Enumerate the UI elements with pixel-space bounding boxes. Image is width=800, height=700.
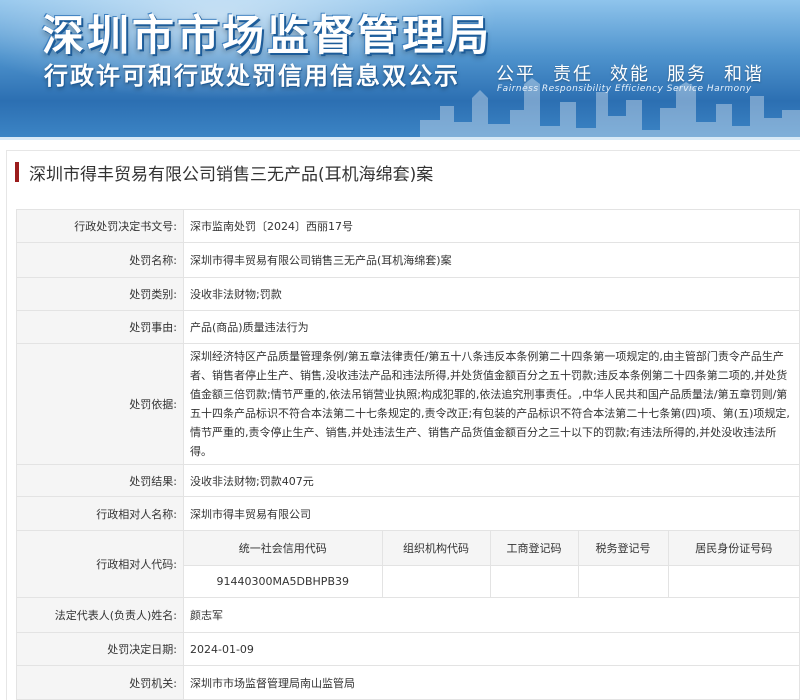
value-penalty-name: 深圳市得丰贸易有限公司销售三无产品(耳机海绵套)案 xyxy=(183,242,800,278)
motto-item: 服务 xyxy=(667,64,707,85)
row-reason: 处罚事由: 产品(商品)质量违法行为 xyxy=(16,310,800,344)
row-party-name: 行政相对人名称: 深圳市得丰贸易有限公司 xyxy=(16,496,800,531)
case-title-text: 深圳市得丰贸易有限公司销售三无产品(耳机海绵套)案 xyxy=(29,164,434,185)
label-doc-no: 行政处罚决定书文号: xyxy=(16,209,184,243)
motto-english: Fairness Responsibility Efficiency Servi… xyxy=(497,84,752,94)
motto-item: 责任 xyxy=(553,64,593,85)
row-legal-rep: 法定代表人(负责人)姓名: 颜志军 xyxy=(16,597,800,633)
row-doc-no: 行政处罚决定书文号: 深市监南处罚〔2024〕西丽17号 xyxy=(16,209,800,243)
value-category: 没收非法财物;罚款 xyxy=(183,277,800,311)
value-decision-date: 2024-01-09 xyxy=(183,632,800,666)
value-doc-no: 深市监南处罚〔2024〕西丽17号 xyxy=(183,209,800,243)
header-banner: 深圳市市场监督管理局 行政许可和行政处罚信用信息双公示 公平 责任 效能 服务 … xyxy=(0,0,800,140)
row-party-codes: 行政相对人代码: 统一社会信用代码 组织机构代码 工商登记码 税务登记号 居民身… xyxy=(16,530,800,598)
label-legal-rep: 法定代表人(负责人)姓名: xyxy=(16,597,184,633)
label-authority: 处罚机关: xyxy=(16,665,184,700)
value-credit-code: 91440300MA5DBHPB39 xyxy=(184,565,383,597)
motto-item: 效能 xyxy=(610,64,650,85)
value-org-code xyxy=(382,565,491,597)
banner-divider xyxy=(0,137,800,140)
value-basis: 深圳经济特区产品质量管理条例/第五章法律责任/第五十八条违反本条例第二十四条第一… xyxy=(183,343,800,465)
row-category: 处罚类别: 没收非法财物;罚款 xyxy=(16,277,800,311)
row-result: 处罚结果: 没收非法财物;罚款407元 xyxy=(16,464,800,497)
case-title: 深圳市得丰贸易有限公司销售三无产品(耳机海绵套)案 xyxy=(7,151,800,193)
label-party-codes: 行政相对人代码: xyxy=(16,530,184,598)
header-id-card-no: 居民身份证号码 xyxy=(668,531,799,566)
title-accent-bar xyxy=(15,162,19,182)
value-id-card-no xyxy=(668,565,799,597)
header-credit-code: 统一社会信用代码 xyxy=(184,531,383,566)
header-org-code: 组织机构代码 xyxy=(382,531,491,566)
motto-item: 公平 xyxy=(496,64,536,85)
header-business-reg-code: 工商登记码 xyxy=(490,531,579,566)
value-legal-rep: 颜志军 xyxy=(183,597,800,633)
row-decision-date: 处罚决定日期: 2024-01-09 xyxy=(16,632,800,666)
site-subtitle: 行政许可和行政处罚信用信息双公示 xyxy=(44,62,460,90)
party-codes-table: 统一社会信用代码 组织机构代码 工商登记码 税务登记号 居民身份证号码 9144… xyxy=(184,531,799,597)
value-reason: 产品(商品)质量违法行为 xyxy=(183,310,800,344)
row-penalty-name: 处罚名称: 深圳市得丰贸易有限公司销售三无产品(耳机海绵套)案 xyxy=(16,242,800,278)
value-result: 没收非法财物;罚款407元 xyxy=(183,464,800,497)
row-basis: 处罚依据: 深圳经济特区产品质量管理条例/第五章法律责任/第五十八条违反本条例第… xyxy=(16,343,800,465)
motto-list: 公平 责任 效能 服务 和谐 xyxy=(496,60,764,86)
row-authority: 处罚机关: 深圳市市场监督管理局南山监管局 xyxy=(16,665,800,700)
label-category: 处罚类别: xyxy=(16,277,184,311)
label-reason: 处罚事由: xyxy=(16,310,184,344)
value-party-name: 深圳市得丰贸易有限公司 xyxy=(183,496,800,531)
site-title: 深圳市市场监督管理局 xyxy=(42,11,493,60)
party-codes-value-row: 91440300MA5DBHPB39 xyxy=(184,565,799,597)
label-result: 处罚结果: xyxy=(16,464,184,497)
label-party-name: 行政相对人名称: xyxy=(16,496,184,531)
case-info-table: 行政处罚决定书文号: 深市监南处罚〔2024〕西丽17号 处罚名称: 深圳市得丰… xyxy=(16,209,800,700)
label-basis: 处罚依据: xyxy=(16,343,184,465)
motto-item: 和谐 xyxy=(724,64,764,85)
value-business-reg-code xyxy=(490,565,579,597)
value-tax-reg-no xyxy=(578,565,669,597)
party-codes-header-row: 统一社会信用代码 组织机构代码 工商登记码 税务登记号 居民身份证号码 xyxy=(184,531,799,566)
header-tax-reg-no: 税务登记号 xyxy=(578,531,669,566)
value-authority: 深圳市市场监督管理局南山监管局 xyxy=(183,665,800,700)
party-codes-cell: 统一社会信用代码 组织机构代码 工商登记码 税务登记号 居民身份证号码 9144… xyxy=(183,530,800,598)
label-penalty-name: 处罚名称: xyxy=(16,242,184,278)
label-decision-date: 处罚决定日期: xyxy=(16,632,184,666)
